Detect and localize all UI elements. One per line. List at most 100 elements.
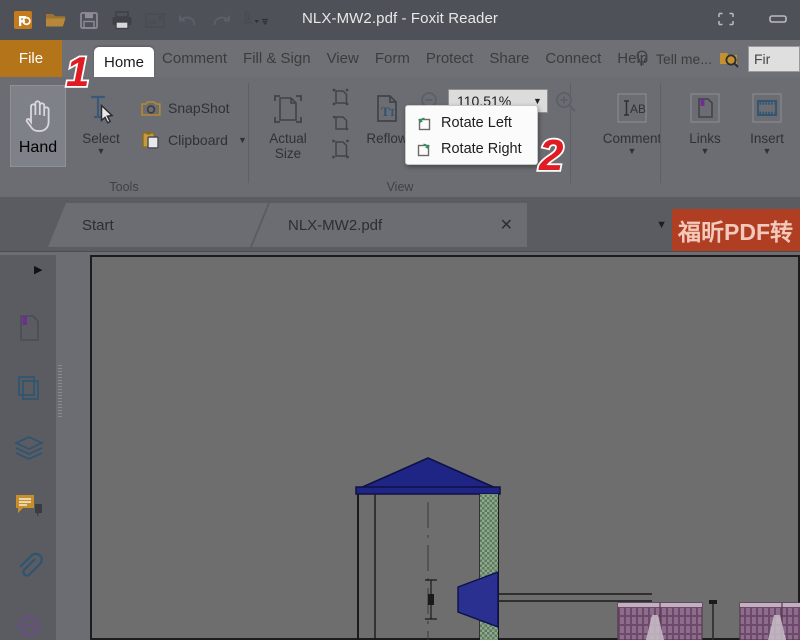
tab-close-icon[interactable]: ✕ — [500, 215, 517, 235]
sidebar-item-bookmarks[interactable] — [8, 307, 50, 353]
ribbon-separator-3 — [660, 83, 661, 183]
sidebar-expand-icon[interactable]: ▶ — [34, 263, 42, 276]
rotate-page-top-icon[interactable] — [326, 85, 354, 111]
ribbon-toolbar: Hand Select ▼ — [0, 77, 800, 197]
svg-text:T: T — [389, 108, 396, 119]
svg-text:AB: AB — [630, 102, 646, 116]
menu-item-fill-sign[interactable]: Fill & Sign — [235, 40, 319, 77]
menu-item-connect[interactable]: Connect — [537, 40, 609, 77]
tab-start[interactable]: Start — [48, 203, 268, 247]
tell-me-label: Tell me... — [656, 51, 712, 67]
ribbon-group-label-tools: Tools — [0, 180, 248, 194]
svg-text:1: 1 — [66, 48, 89, 94]
links-button[interactable]: Links ▼ — [679, 87, 731, 156]
splitter-grip[interactable] — [58, 365, 62, 417]
ribbon-group-right: AB Comment ▼ Links ▼ — [575, 77, 800, 197]
bookmarks-icon — [14, 312, 44, 349]
comment-label: Comment — [603, 131, 662, 146]
rotate-left-label: Rotate Left — [441, 115, 512, 131]
insert-icon — [746, 87, 788, 131]
ribbon-separator-1 — [248, 83, 249, 183]
promo-banner[interactable]: 福昕PDF转 — [672, 209, 800, 251]
clipboard-label: Clipboard — [168, 132, 228, 148]
reflow-icon: T T — [368, 87, 406, 131]
rotate-page-bottom-icon[interactable] — [326, 137, 354, 163]
pdf-page — [90, 255, 800, 640]
annotation-marker-2: 2 — [535, 130, 575, 185]
hand-tool-button[interactable]: Hand — [10, 85, 66, 167]
comment-button[interactable]: AB Comment ▼ — [597, 87, 667, 156]
menu-item-comment[interactable]: Comment — [154, 40, 235, 77]
snapshot-button[interactable]: SnapShot — [140, 97, 230, 119]
sidebar-item-comments[interactable] — [8, 485, 50, 531]
minimize-icon[interactable] — [766, 8, 790, 30]
rotate-dropdown-menu: Rotate Left Rotate Right — [405, 105, 538, 165]
comments-icon — [13, 491, 45, 526]
hand-icon — [20, 94, 56, 139]
links-chevron-down-icon[interactable]: ▼ — [701, 147, 710, 156]
insert-button[interactable]: Insert ▼ — [740, 87, 794, 156]
rotate-pages-cluster — [326, 85, 354, 163]
annotation-marker-1: 1 — [62, 48, 96, 101]
menu-item-form[interactable]: Form — [367, 40, 418, 77]
ribbon-group-tools: Hand Select ▼ — [0, 77, 248, 197]
clipboard-button[interactable]: Clipboard ▼ — [140, 129, 247, 151]
actual-size-button[interactable]: Actual Size — [259, 87, 317, 161]
menu-item-file[interactable]: File — [0, 40, 62, 77]
find-search-icon[interactable] — [718, 48, 742, 70]
rotate-right-menu-item[interactable]: Rotate Right — [406, 136, 537, 162]
sidebar-item-layers[interactable] — [8, 427, 50, 473]
snapshot-label: SnapShot — [168, 100, 230, 116]
actual-size-icon — [269, 87, 307, 131]
svg-text:2: 2 — [538, 131, 564, 178]
hand-tool-label: Hand — [19, 139, 57, 157]
cad-drawing — [92, 257, 800, 640]
menu-bar: File Home Comment Fill & Sign View Form … — [0, 40, 800, 77]
insert-label: Insert — [750, 131, 784, 146]
window-controls — [714, 8, 790, 30]
menu-bar-right: Tell me... Fir — [634, 40, 800, 77]
rotate-left-menu-item[interactable]: Rotate Left — [406, 110, 537, 136]
signatures-icon — [15, 612, 43, 640]
links-icon — [684, 87, 726, 131]
window-title: NLX-MW2.pdf - Foxit Reader — [0, 10, 800, 27]
restore-icon[interactable] — [714, 8, 738, 30]
actual-size-label-2: Size — [275, 146, 301, 161]
rotate-right-icon — [414, 139, 434, 159]
reflow-label: Reflow — [366, 131, 407, 146]
select-chevron-down-icon[interactable]: ▼ — [97, 147, 106, 156]
menu-item-share[interactable]: Share — [481, 40, 537, 77]
comment-chevron-down-icon[interactable]: ▼ — [628, 147, 637, 156]
text-comment-icon: AB — [611, 87, 653, 131]
tab-list-chevron-down-icon[interactable]: ▼ — [656, 219, 667, 231]
tab-nlx-mw2[interactable]: NLX-MW2.pdf ✕ — [252, 203, 527, 247]
actual-size-label-1: Actual — [269, 131, 307, 146]
clipboard-icon — [140, 129, 162, 151]
select-tool-label: Select — [82, 131, 120, 146]
title-bar: NLX-MW2.pdf - Foxit Reader — [0, 0, 800, 40]
document-view[interactable] — [65, 255, 800, 640]
sidebar-item-page-thumbnails[interactable] — [8, 367, 50, 413]
rotate-left-icon — [414, 113, 434, 133]
menu-item-view[interactable]: View — [319, 40, 367, 77]
tab-nlx-mw2-label: NLX-MW2.pdf — [288, 217, 382, 234]
page-thumbnails-icon — [14, 372, 44, 409]
sidebar-splitter[interactable] — [56, 255, 65, 640]
tab-strip: Start NLX-MW2.pdf ✕ ▼ 福昕PDF转 — [0, 203, 800, 247]
tab-start-label: Start — [82, 217, 114, 234]
menu-item-home[interactable]: Home — [94, 47, 154, 77]
tell-me-button[interactable]: Tell me... — [634, 49, 712, 69]
clipboard-chevron-down-icon[interactable]: ▼ — [238, 136, 247, 145]
find-input[interactable]: Fir — [748, 46, 800, 72]
sidebar-item-attachments[interactable] — [8, 545, 50, 591]
layers-icon — [13, 433, 45, 468]
links-label: Links — [689, 131, 721, 146]
navigation-sidebar: ▶ — [0, 255, 56, 640]
rotate-page-mid-icon[interactable] — [326, 111, 354, 137]
sidebar-item-signatures[interactable] — [8, 605, 50, 640]
menu-item-protect[interactable]: Protect — [418, 40, 482, 77]
ribbon-group-label-view: View — [340, 180, 460, 194]
document-tab-bar: Start NLX-MW2.pdf ✕ ▼ 福昕PDF转 — [0, 197, 800, 255]
insert-chevron-down-icon[interactable]: ▼ — [763, 147, 772, 156]
lightbulb-icon — [634, 49, 650, 69]
